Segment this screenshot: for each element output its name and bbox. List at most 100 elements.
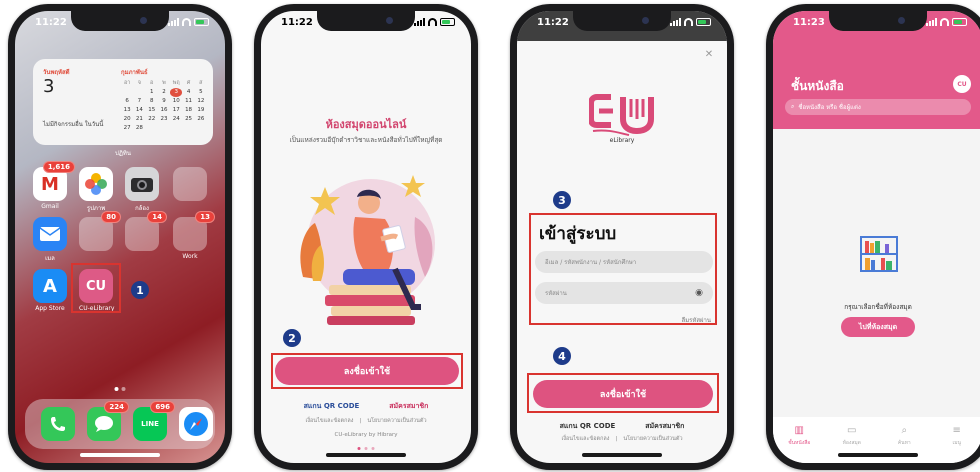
widget-day: 3 <box>43 76 55 97</box>
photos-icon <box>79 167 113 201</box>
scan-qr-link[interactable]: สแกน QR CODE <box>304 401 360 412</box>
app-work-folder[interactable]: 13 Work <box>173 211 215 260</box>
search-icon: ⌕ <box>791 103 795 110</box>
search-icon: ⌕ <box>901 425 908 436</box>
username-placeholder: อีเมล / รหัสพนักงาน / รหัสนักศึกษา <box>545 259 637 266</box>
cu-logo-icon[interactable]: CU <box>953 75 971 93</box>
tab-library[interactable]: ▭ ห้องสมุด <box>832 425 872 463</box>
calendar-today: 3 <box>170 88 183 97</box>
app-folder[interactable] <box>173 167 207 203</box>
phone-login-screen: 11:22 ✕ eLibrary 3 เข้าสู่ระบบ อีเมล / ร… <box>510 4 734 470</box>
app-messages[interactable]: 224 <box>87 401 129 441</box>
notification-badge: 80 <box>101 211 121 223</box>
app-photos[interactable]: รูปภาพ <box>79 167 113 213</box>
forgot-password-link[interactable]: ลืมรหัสผ่าน <box>682 315 711 325</box>
home-indicator <box>326 453 406 457</box>
wifi-icon <box>182 18 191 26</box>
folder-icon: 14 <box>125 211 167 251</box>
username-field[interactable]: อีเมล / รหัสพนักงาน / รหัสนักศึกษา <box>535 251 713 273</box>
privacy-link[interactable]: นโยบายความเป็นส่วนตัว <box>623 436 682 442</box>
safari-icon <box>179 407 213 441</box>
page-dots <box>114 387 126 391</box>
home-indicator <box>582 453 662 457</box>
go-to-library-button[interactable]: ไปที่ห้องสมุด <box>841 317 915 337</box>
login-title: เข้าสู่ระบบ <box>539 224 617 244</box>
notification-badge: 224 <box>104 401 129 413</box>
battery-icon <box>952 18 967 26</box>
dock: 224 LINE 696 <box>25 399 215 449</box>
gmail-icon: M 1,616 <box>33 161 75 201</box>
password-field[interactable]: รหัสผ่าน ◉ <box>535 282 713 304</box>
app-label: Work <box>182 253 198 260</box>
widget-weekday: วันพฤหัสดี <box>43 69 70 76</box>
terms-link[interactable]: เงื่อนไขและข้อตกลง <box>561 436 609 442</box>
terms-link[interactable]: เงื่อนไขและข้อตกลง <box>305 418 353 424</box>
tab-bookshelf[interactable]: ▥ ชั้นหนังสือ <box>779 425 819 463</box>
eye-icon[interactable]: ◉ <box>693 287 705 299</box>
wifi-icon <box>940 18 949 26</box>
notification-badge: 1,616 <box>42 161 75 173</box>
close-icon[interactable]: ✕ <box>703 49 715 61</box>
app-app-store[interactable]: A App Store <box>33 269 67 312</box>
folder-icon <box>173 167 207 201</box>
signal-icon <box>168 18 179 26</box>
page-subtitle: เป็นแหล่งรวมอีบุ๊กตำราวิชาและหนังสือทั่ว… <box>289 136 443 144</box>
bookshelf-illustration <box>860 236 898 272</box>
tab-menu[interactable]: ≡ เมนู <box>937 425 977 463</box>
status-time: 11:22 <box>281 17 313 28</box>
signal-icon <box>414 18 425 26</box>
notification-badge: 13 <box>195 211 215 223</box>
phone-icon <box>41 407 75 441</box>
privacy-link[interactable]: นโยบายความเป็นส่วนตัว <box>367 418 426 424</box>
app-label: App Store <box>35 305 65 312</box>
wifi-icon <box>428 18 437 26</box>
notification-badge: 696 <box>150 401 175 413</box>
camera-icon <box>125 167 159 201</box>
register-link[interactable]: สมัครสมาชิก <box>389 401 428 412</box>
status-time: 11:23 <box>793 17 825 28</box>
app-phone[interactable] <box>41 407 75 441</box>
phone-intro-screen: 11:22 ห้องสมุดออนไลน์ เป็นแหล่งรวมอีบุ๊ก… <box>254 4 478 470</box>
widget-caption: ปฏิทิน <box>115 150 131 157</box>
signal-icon <box>670 18 681 26</box>
widget-month: กุมภาพันธ์ <box>121 69 148 76</box>
password-placeholder: รหัสผ่าน <box>545 290 567 297</box>
highlight-login-button <box>271 353 463 389</box>
tab-search[interactable]: ⌕ ค้นหา <box>884 425 924 463</box>
empty-shelf-message: กรุณาเลือกชื่อที่ห้องสมุด <box>844 303 912 311</box>
app-safari[interactable] <box>179 407 213 441</box>
scan-qr-link[interactable]: สแกน QR CODE <box>560 421 616 432</box>
app-mail[interactable]: เมล <box>33 217 67 263</box>
search-placeholder: ชื่อหนังสือ หรือ ชื่อผู้แต่ง <box>798 104 861 111</box>
battery-icon <box>696 18 711 26</box>
app-line[interactable]: LINE 696 <box>133 401 175 441</box>
calendar-week: 1 2 3 4 5 <box>149 88 203 97</box>
page-title: ห้องสมุดออนไลน์ <box>325 118 407 131</box>
highlight-cu-elibrary <box>71 263 121 313</box>
phone-bookshelf-screen: 11:23 ชั้นหนังสือ CU ⌕ ชื่อหนังสือ หรือ … <box>766 4 980 470</box>
home-indicator <box>80 453 160 457</box>
step-badge-3: 3 <box>553 191 571 209</box>
app-store-icon: A <box>33 269 67 303</box>
app-folder[interactable]: 80 <box>79 211 121 253</box>
app-camera[interactable]: กล้อง <box>125 167 159 213</box>
step-badge-1: 1 <box>131 281 149 299</box>
calendar-widget[interactable]: วันพฤหัสดี 3 ไม่มีกิจกรรมอื่น ในวันนี้ ก… <box>33 59 213 145</box>
notification-badge: 14 <box>147 211 167 223</box>
status-time: 11:22 <box>537 17 569 28</box>
wifi-icon <box>684 18 693 26</box>
reading-illustration <box>300 175 435 325</box>
footer-credit: CU-eLibrary by Hibrary <box>334 432 398 438</box>
search-input[interactable]: ⌕ ชื่อหนังสือ หรือ ชื่อผู้แต่ง <box>785 99 971 115</box>
register-link[interactable]: สมัครสมาชิก <box>645 421 684 432</box>
phone-home-screen: 11:22 วันพฤหัสดี 3 ไม่มีกิจกรรมอื่น ในวั… <box>8 4 232 470</box>
mail-icon <box>33 217 67 251</box>
app-label: เมล <box>45 255 55 262</box>
app-folder[interactable]: 14 <box>125 211 167 253</box>
app-gmail[interactable]: M 1,616 Gmail <box>33 161 75 210</box>
battery-icon <box>440 18 455 26</box>
mini-calendar: กุมภาพันธ์ อา จ อ พ พฤ ศ ส 1 2 3 4 5 6 7… <box>121 67 207 133</box>
calendar-week: 6 7 8 9 10 11 12 <box>125 98 205 104</box>
battery-icon <box>194 18 209 26</box>
line-icon: LINE 696 <box>133 401 175 441</box>
